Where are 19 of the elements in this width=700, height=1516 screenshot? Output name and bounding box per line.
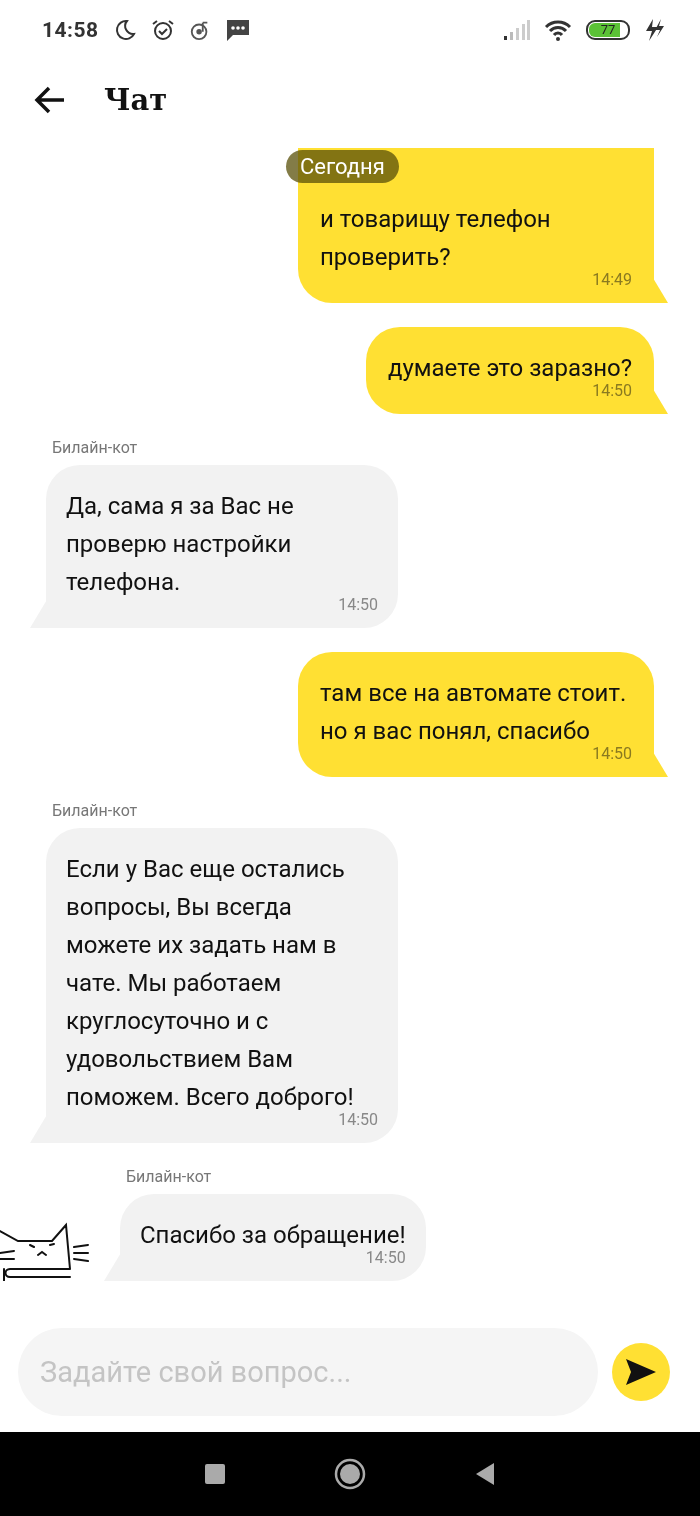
message-time: 14:50 [591,381,632,400]
message-text: там все на автомате стоит. но я вас понял, спасибо [320,678,628,747]
battery-level: 77 [586,20,630,40]
message-text: и товарищу телефон проверить? [320,204,552,273]
chat-title: Чат [104,83,168,117]
sender-name: Билайн-кот [52,438,139,457]
sender-name: Билайн-кот [126,1167,213,1186]
message-time: 14:50 [337,595,378,614]
message-text: Да, сама я за Вас не проверю настройки телефона. [66,491,295,598]
status-time: 14:58 [42,18,99,42]
message-time: 14:50 [337,1110,378,1129]
message-text: Если у Вас еще остались вопросы, Вы всегда можете их задать нам в чате. Мы работаем круглосуточно и с удовольствием Вам поможем. Всего доброго! [66,854,355,1113]
message-time: 14:50 [591,744,632,763]
message-time: 14:50 [364,1248,406,1267]
sender-name: Билайн-кот [52,801,139,820]
message-time: 14:49 [591,270,632,289]
message-text: Спасибо за обращение! [140,1220,406,1251]
message-text: думаете это заразно? [387,353,632,384]
date-chip: Сегодня [286,150,399,183]
